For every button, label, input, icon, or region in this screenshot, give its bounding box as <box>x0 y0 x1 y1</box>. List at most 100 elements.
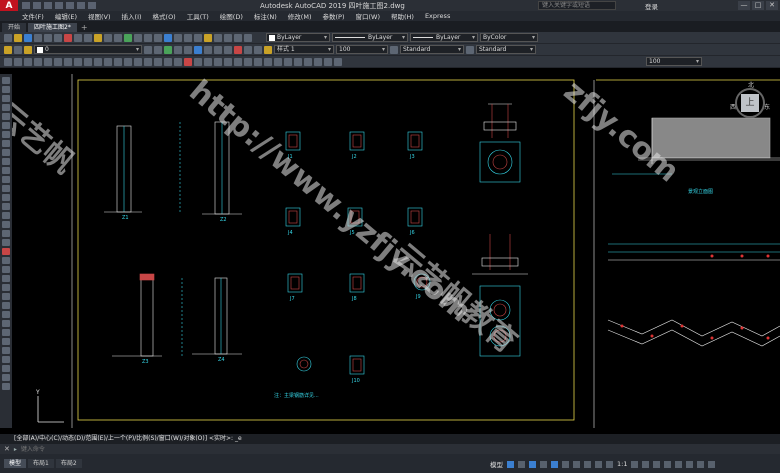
autocad-logo-icon[interactable]: A <box>0 0 18 11</box>
tool-ellipse-icon[interactable] <box>2 158 10 165</box>
layer-copy-icon[interactable] <box>254 45 262 54</box>
layer-off-icon[interactable] <box>184 45 192 54</box>
menu-parametric[interactable]: 参数(P) <box>322 11 344 21</box>
cut-icon[interactable] <box>64 33 72 42</box>
copy-icon[interactable] <box>74 33 82 42</box>
polyline-icon[interactable] <box>24 57 32 66</box>
rectangle-icon[interactable] <box>44 57 52 66</box>
save-icon[interactable] <box>44 2 52 9</box>
linetype-dropdown[interactable]: ByLayer <box>332 33 408 42</box>
menu-format[interactable]: 格式(O) <box>153 11 176 21</box>
tool-xline-icon[interactable] <box>2 86 10 93</box>
viewcube[interactable]: 北 西 东 上 <box>730 80 772 130</box>
explode-icon[interactable] <box>334 57 342 66</box>
lineweight-icon[interactable] <box>573 460 580 468</box>
zoom-realtime-icon[interactable] <box>134 33 142 42</box>
customization-menu-icon[interactable] <box>708 460 716 468</box>
line-icon[interactable] <box>4 57 12 66</box>
open-icon[interactable] <box>14 33 22 42</box>
properties-icon[interactable] <box>164 33 172 42</box>
erase-icon[interactable] <box>184 57 192 66</box>
table-style-icon[interactable] <box>466 45 474 54</box>
polygon-icon[interactable] <box>34 57 42 66</box>
workspace-gear-icon[interactable] <box>631 460 639 468</box>
plot-icon[interactable] <box>34 33 42 42</box>
tool-palettes-icon[interactable] <box>184 33 192 42</box>
annotation-monitor-icon[interactable] <box>642 460 650 468</box>
scale-icon[interactable] <box>254 57 262 66</box>
make-current-icon[interactable] <box>144 45 152 54</box>
redo-icon[interactable] <box>88 2 96 9</box>
menu-view[interactable]: 视图(V) <box>88 11 111 21</box>
tab-layout1[interactable]: 布局1 <box>28 459 54 468</box>
text-style-icon[interactable] <box>264 45 272 54</box>
design-center-icon[interactable] <box>174 33 182 42</box>
point-icon[interactable] <box>124 57 132 66</box>
tool-table-icon[interactable] <box>2 230 10 237</box>
tool-ellipse-arc-icon[interactable] <box>2 167 10 174</box>
polar-icon[interactable] <box>540 460 547 468</box>
command-input[interactable] <box>20 445 321 453</box>
extend-icon[interactable] <box>284 57 292 66</box>
zoom-window-icon[interactable] <box>144 33 152 42</box>
paste-icon[interactable] <box>84 33 92 42</box>
tool-chamfer-icon[interactable] <box>2 365 10 372</box>
tool-scale-icon[interactable] <box>2 311 10 318</box>
tool-offset-icon[interactable] <box>2 275 10 282</box>
osnap-icon[interactable] <box>551 460 558 468</box>
tool-pline-icon[interactable] <box>2 95 10 102</box>
make-block-icon[interactable] <box>114 57 122 66</box>
print-icon[interactable] <box>66 2 74 9</box>
annotation-icon[interactable] <box>606 460 613 468</box>
viewcube-top-face[interactable]: 上 <box>741 94 759 112</box>
ortho-icon[interactable] <box>529 460 536 468</box>
new-tab-plus-icon[interactable]: + <box>81 23 88 32</box>
insert-block-icon[interactable] <box>104 57 112 66</box>
revcloud-icon[interactable] <box>74 57 82 66</box>
layer-unlock-icon[interactable] <box>204 45 212 54</box>
tool-break-icon[interactable] <box>2 347 10 354</box>
region-icon[interactable] <box>154 57 162 66</box>
lineweight-dropdown[interactable]: ByLayer <box>410 33 478 42</box>
calculator-icon[interactable] <box>214 33 222 42</box>
selection-cycle-icon[interactable] <box>595 460 602 468</box>
tab-start[interactable]: 开始 <box>2 23 27 32</box>
hatch-icon[interactable] <box>134 57 142 66</box>
tool-block-icon[interactable] <box>2 185 10 192</box>
layer-lock-icon[interactable] <box>194 45 202 54</box>
tool-rotate-icon[interactable] <box>2 302 10 309</box>
tool-explode-icon[interactable] <box>2 383 10 390</box>
redo-icon[interactable] <box>114 33 122 42</box>
quick-properties-icon[interactable] <box>664 460 672 468</box>
grid-icon[interactable] <box>507 460 514 468</box>
tool-region-icon[interactable] <box>2 221 10 228</box>
fillet-icon[interactable] <box>324 57 332 66</box>
tool-hatch-icon[interactable] <box>2 203 10 210</box>
tool-text-icon[interactable] <box>2 239 10 246</box>
join-icon[interactable] <box>304 57 312 66</box>
tool-join-icon[interactable] <box>2 356 10 363</box>
markup-icon[interactable] <box>204 33 212 42</box>
tool-array-icon[interactable] <box>2 284 10 291</box>
minimize-button[interactable]: — <box>738 1 750 10</box>
mtext-icon[interactable] <box>174 57 182 66</box>
snap-icon[interactable] <box>518 460 525 468</box>
model-space-toggle[interactable]: 模型 <box>490 459 503 469</box>
help-search-input[interactable]: 键入关键字或短语 <box>538 1 616 10</box>
new-file-icon[interactable] <box>22 2 30 9</box>
layer-match-icon[interactable] <box>174 45 182 54</box>
layer-previous-icon[interactable] <box>154 45 162 54</box>
layer-merge-icon[interactable] <box>224 45 232 54</box>
clean-screen-icon[interactable] <box>697 460 705 468</box>
pan-icon[interactable] <box>124 33 132 42</box>
layer-manager-icon[interactable] <box>4 45 12 54</box>
close-button[interactable]: ✕ <box>766 1 778 10</box>
tool-extend-icon[interactable] <box>2 338 10 345</box>
layer-state-icon[interactable] <box>234 33 242 42</box>
tool-cloud-icon[interactable] <box>2 140 10 147</box>
layer-unisolate-icon[interactable] <box>244 45 252 54</box>
layer-delete-icon[interactable] <box>214 45 222 54</box>
layer-iso-icon[interactable] <box>244 33 252 42</box>
login-button[interactable]: 登录 <box>645 1 658 11</box>
tool-insert-icon[interactable] <box>2 176 10 183</box>
